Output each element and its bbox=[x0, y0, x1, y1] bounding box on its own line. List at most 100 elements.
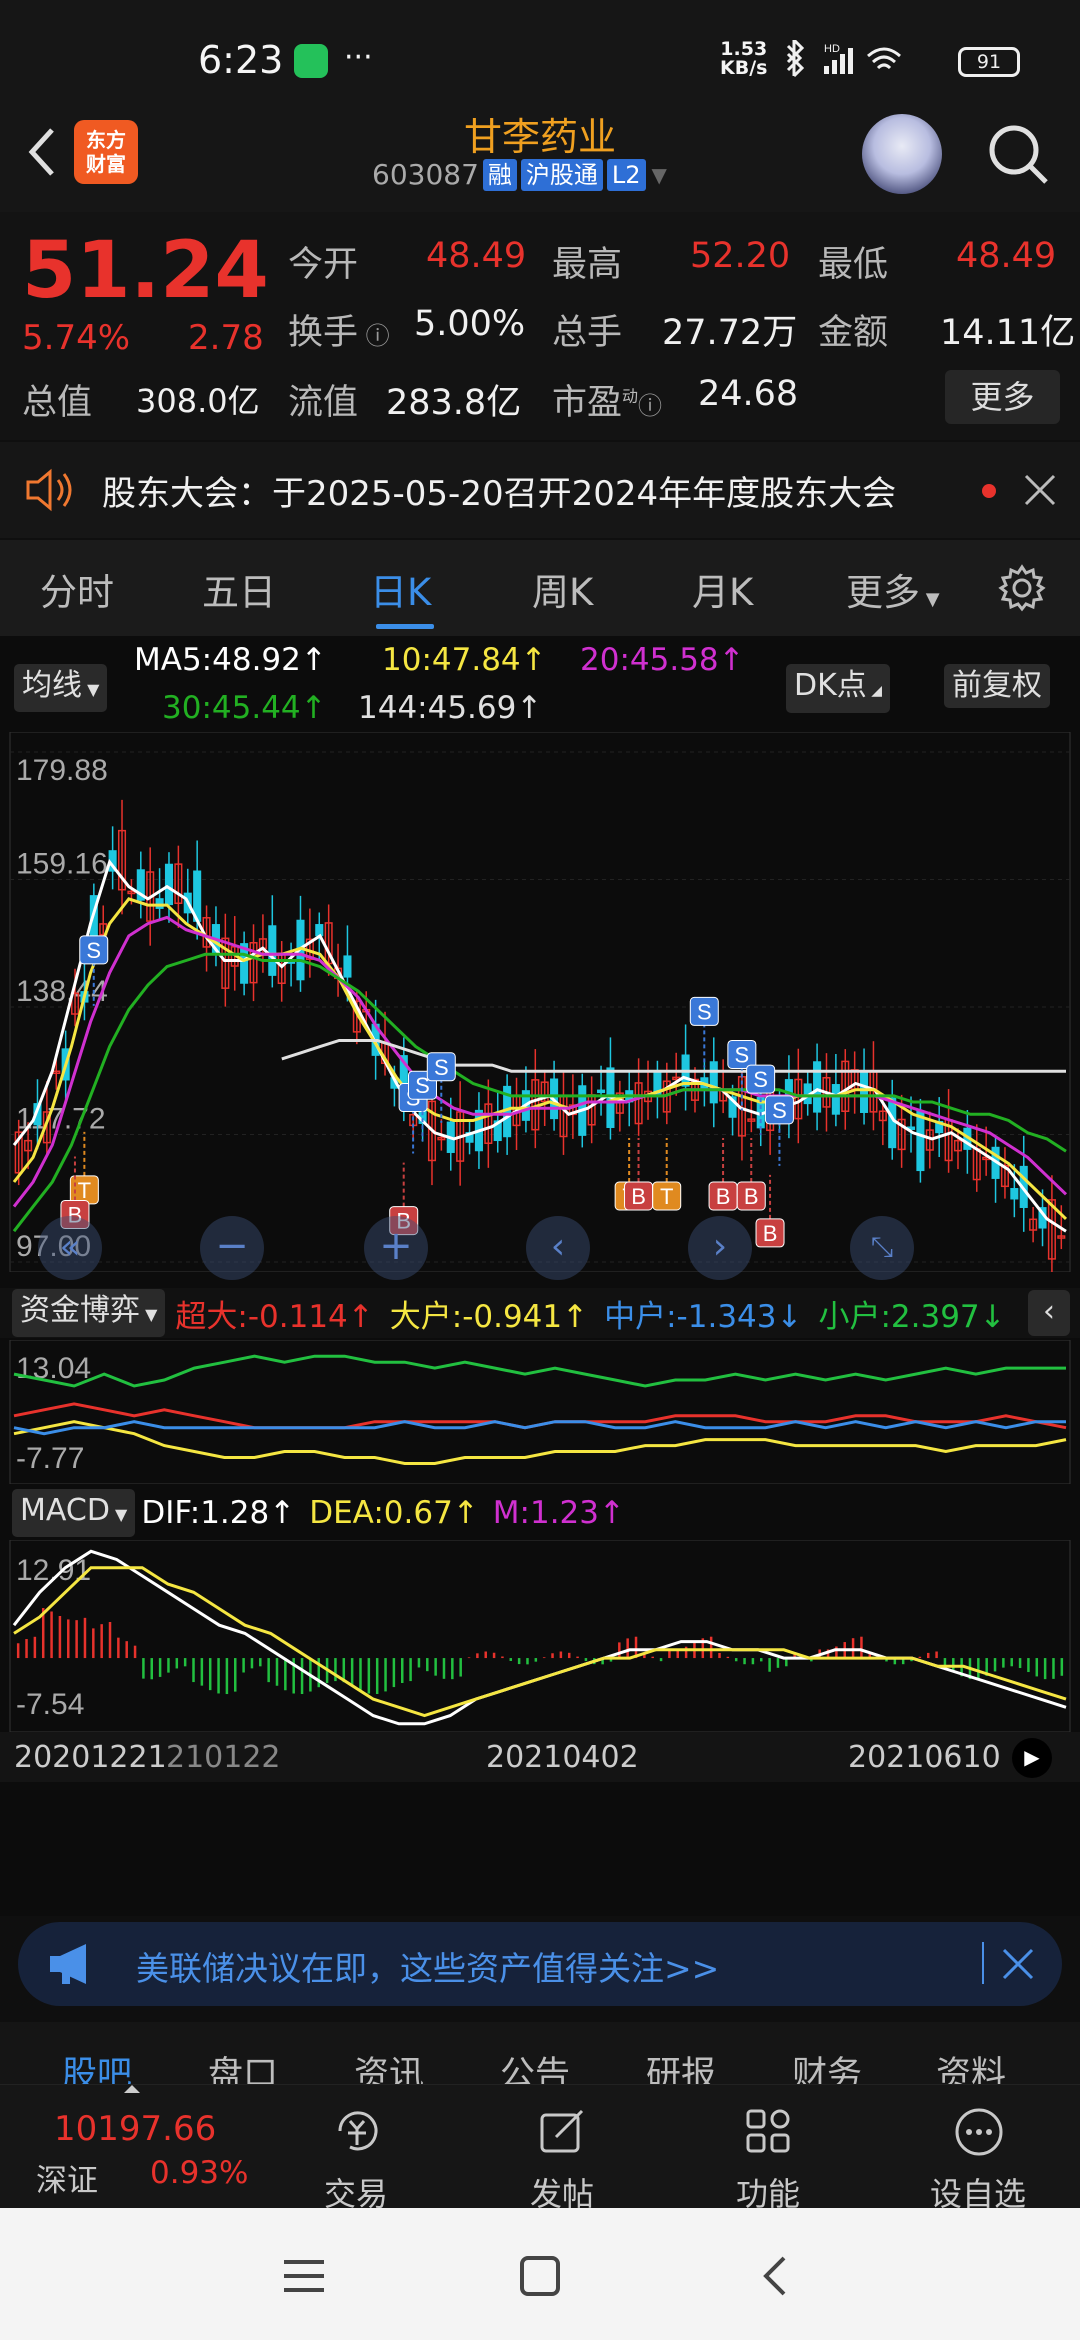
x-tick: 20210402 bbox=[486, 1740, 639, 1775]
low-value: 48.49 bbox=[956, 236, 1057, 276]
open-value: 48.49 bbox=[426, 236, 527, 276]
dk-point-button[interactable]: DK点 ◢ bbox=[786, 664, 890, 713]
series-line-MA20 bbox=[12, 915, 1068, 1208]
add-watchlist-button[interactable]: 设自选 bbox=[918, 2095, 1038, 2219]
close-icon[interactable] bbox=[1022, 472, 1058, 508]
zoom-out-button[interactable]: − bbox=[200, 1216, 264, 1280]
change-amount: 2.78 bbox=[188, 318, 264, 358]
series-line-小户 bbox=[13, 1354, 1066, 1388]
adjust-button[interactable]: 前复权 bbox=[944, 664, 1050, 708]
index-value[interactable]: 10197.66 bbox=[54, 2109, 216, 2149]
index-percent: 0.93% bbox=[150, 2155, 249, 2191]
chevron-down-icon: ▼ bbox=[920, 589, 940, 610]
candle bbox=[268, 925, 277, 976]
change-percent: 5.74% bbox=[22, 318, 131, 358]
tab-daily-k[interactable]: 日K bbox=[370, 562, 431, 616]
post-button[interactable]: 发帖 bbox=[512, 2095, 612, 2219]
tab-intraday[interactable]: 分时 bbox=[40, 562, 114, 616]
macd-chart[interactable]: 12.91-7.54 bbox=[0, 1540, 1080, 1732]
chevron-down-icon: ▼ bbox=[651, 162, 667, 187]
functions-button[interactable]: 功能 bbox=[718, 2095, 818, 2219]
home-icon[interactable] bbox=[518, 2254, 562, 2298]
macd-legend-row: MACD ▼ DIF:1.28↑ DEA:0.67↑ M:1.23↑ bbox=[0, 1488, 1080, 1538]
chevron-down-icon: ▼ bbox=[82, 680, 100, 699]
scroll-latest-button[interactable]: ▶ bbox=[1012, 1738, 1052, 1778]
search-icon[interactable] bbox=[986, 122, 1052, 188]
candle bbox=[155, 898, 164, 909]
ma30-value: 30:45.44↑ bbox=[162, 690, 327, 726]
pe-value: 24.68 bbox=[698, 374, 799, 414]
level2-tag: L2 bbox=[606, 158, 646, 191]
panel-frame bbox=[9, 1540, 1071, 1732]
chart-area[interactable]: 均线 ▼ MA5:48.92↑ 10:47.84↑ 20:45.58↑ 30:4… bbox=[0, 636, 1080, 1916]
candle bbox=[709, 1061, 718, 1104]
stock-header: 东方 财富 甘李药业 603087 融 沪股通 L2 ▼ bbox=[0, 100, 1080, 212]
ma144-value: 144:45.69↑ bbox=[358, 690, 543, 726]
collapse-panel-button[interactable]: ‹ bbox=[1028, 1290, 1070, 1336]
scroll-right-button[interactable]: › bbox=[688, 1216, 752, 1280]
volume-label: 总手 bbox=[552, 313, 623, 353]
quote-panel: 51.24 5.74% 2.78 今开 48.49 最高 52.20 最低 48… bbox=[0, 212, 1080, 440]
ma10-value: 10:47.84↑ bbox=[382, 642, 547, 678]
volume-value: 27.72万 bbox=[662, 313, 798, 353]
period-tabs: 分时 五日 日K 周K 月K 更多 ▼ bbox=[0, 540, 1080, 636]
ma-selector[interactable]: 均线 ▼ bbox=[14, 664, 108, 712]
marker-label: B bbox=[716, 1184, 731, 1209]
tab-5day[interactable]: 五日 bbox=[202, 562, 276, 616]
open-label: 今开 bbox=[288, 245, 359, 285]
margin-tag: 融 bbox=[482, 158, 517, 191]
marker-label: S bbox=[697, 999, 712, 1024]
tab-monthly-k[interactable]: 月K bbox=[692, 562, 753, 616]
current-price: 51.24 bbox=[22, 226, 269, 316]
grid-icon bbox=[746, 2109, 790, 2153]
marker-label: S bbox=[772, 1098, 787, 1123]
x-tick: 20201221 bbox=[14, 1740, 167, 1775]
notice-bar[interactable]: 股东大会：于2025-05-20召开2024年年度股东大会 bbox=[0, 442, 1080, 538]
x-tick: 210122 bbox=[166, 1740, 281, 1775]
assistant-robot-icon[interactable] bbox=[862, 114, 942, 194]
promo-banner[interactable]: 美联储决议在即，这些资产值得关注>> bbox=[18, 1922, 1062, 2006]
y-tick-label: -7.77 bbox=[16, 1442, 84, 1475]
menu-icon[interactable] bbox=[282, 2256, 326, 2296]
tab-weekly-k[interactable]: 周K bbox=[532, 562, 593, 616]
x-tick: 20210610 bbox=[848, 1740, 1001, 1775]
info-icon: ⓘ bbox=[638, 392, 663, 420]
mktcap-label: 总值 bbox=[22, 383, 93, 423]
net-speed: 1.53 KB/s bbox=[720, 38, 768, 79]
candle bbox=[916, 1110, 925, 1172]
panel-frame bbox=[9, 732, 1071, 1272]
trade-button[interactable]: 交易 bbox=[306, 2095, 406, 2219]
system-nav-bar bbox=[0, 2208, 1080, 2340]
ma20-value: 20:45.58↑ bbox=[580, 642, 745, 678]
fullscreen-button[interactable]: ⤡ bbox=[850, 1216, 914, 1280]
series-line-中户 bbox=[13, 1420, 1066, 1436]
fund-large: 大户:-0.941↑ bbox=[389, 1298, 589, 1335]
turnover-label[interactable]: 换手 ⓘ bbox=[288, 304, 390, 355]
tab-more[interactable]: 更多 ▼ bbox=[846, 562, 940, 616]
candle bbox=[164, 863, 174, 906]
wechat-icon bbox=[294, 44, 328, 78]
close-icon[interactable] bbox=[1000, 1946, 1036, 1982]
more-quote-button[interactable]: 更多 bbox=[945, 370, 1060, 424]
fund-flow-chart[interactable]: 13.04 -7.77 bbox=[0, 1340, 1080, 1484]
index-name: 深证 bbox=[36, 2163, 98, 2199]
gear-icon[interactable] bbox=[998, 564, 1046, 612]
kline-chart[interactable]: 179.88159.16138.44117.7297.00STBSSSBSSSS… bbox=[0, 732, 1080, 1272]
float-label: 流值 bbox=[288, 383, 359, 423]
series-line-DIF bbox=[12, 1549, 1067, 1726]
fund-mid: 中户:-1.343↓ bbox=[604, 1298, 803, 1335]
y-tick-label: 179.88 bbox=[16, 754, 108, 787]
marker-label: T bbox=[78, 1178, 91, 1203]
stock-code-row[interactable]: 603087 融 沪股通 L2 ▼ bbox=[372, 158, 667, 191]
scroll-left-button[interactable]: ‹ bbox=[526, 1216, 590, 1280]
candle bbox=[860, 1072, 869, 1113]
zoom-in-button[interactable]: + bbox=[364, 1216, 428, 1280]
fast-back-button[interactable]: « bbox=[38, 1216, 102, 1280]
candle bbox=[831, 1084, 840, 1115]
x-axis: 20201221 210122 20210402 20210610 ▶ bbox=[0, 1732, 1080, 1782]
nav-back-icon[interactable] bbox=[758, 2254, 790, 2298]
macd-selector[interactable]: MACD ▼ bbox=[12, 1489, 136, 1537]
pe-label[interactable]: 市盈动ⓘ bbox=[552, 374, 662, 425]
fund-legend-row: 资金博弈 ▼ 超大:-0.114↑ 大户:-0.941↑ 中户:-1.343↓ … bbox=[0, 1288, 1080, 1338]
fund-selector[interactable]: 资金博弈 ▼ bbox=[12, 1289, 166, 1337]
